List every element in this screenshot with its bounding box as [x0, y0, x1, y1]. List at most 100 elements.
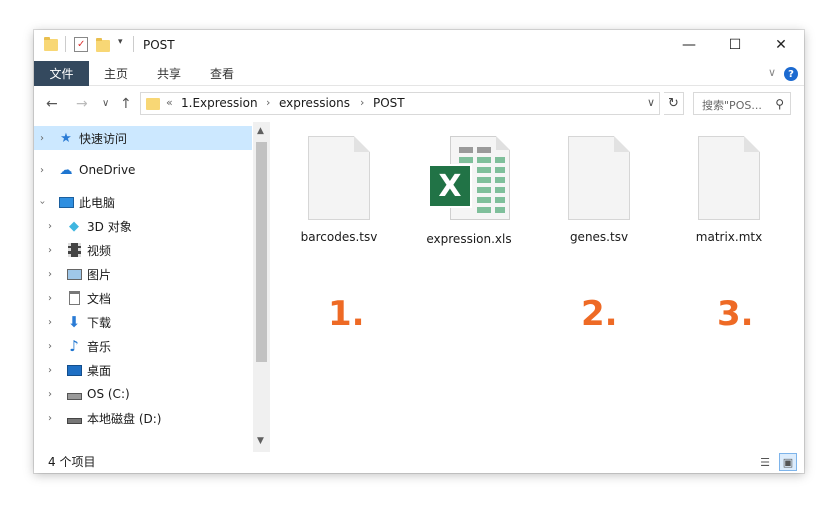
separator — [133, 36, 134, 52]
properties-icon[interactable]: ✓ — [74, 37, 88, 52]
search-box[interactable]: 搜索"POS... ⚲ — [693, 92, 791, 115]
chevron-right-icon[interactable]: › — [40, 165, 44, 176]
breadcrumb-item[interactable]: 1.Expression — [181, 96, 258, 110]
nav-item-desktop[interactable]: › 桌面 — [34, 358, 252, 382]
scrollbar-thumb[interactable] — [256, 142, 267, 362]
nav-item-label: 本地磁盘 (D:) — [87, 411, 162, 426]
file-item[interactable]: barcodes.tsv — [291, 136, 387, 244]
nav-item-music[interactable]: › ♪ 音乐 — [34, 334, 252, 358]
scroll-down-icon[interactable]: ▼ — [257, 436, 264, 446]
nav-pane-scrollbar[interactable]: ▲ ▼ — [253, 122, 270, 452]
breadcrumb-item[interactable]: expressions — [279, 96, 350, 110]
ribbon-collapse-icon[interactable]: ∨ — [768, 66, 776, 79]
item-count: 4 个项目 — [48, 455, 96, 469]
desktop-icon — [66, 362, 82, 378]
nav-item-drive-d[interactable]: › 本地磁盘 (D:) — [34, 406, 252, 430]
nav-item-documents[interactable]: › 文档 — [34, 286, 252, 310]
picture-icon — [66, 266, 82, 282]
back-button[interactable]: ← — [46, 96, 58, 112]
tab-share[interactable]: 共享 — [157, 61, 181, 86]
navigation-bar: ← → ∨ ↑ « 1.Expression › expressions › P… — [34, 87, 804, 121]
file-explorer-window: ✓ ▾ POST — ☐ ✕ 文件 主页 共享 查看 ∨ ? ← → ∨ ↑ «… — [34, 30, 804, 473]
nav-item-label: 此电脑 — [79, 195, 116, 210]
tab-home[interactable]: 主页 — [104, 61, 128, 86]
status-bar: 4 个项目 ☰ ▣ — [34, 452, 804, 473]
nav-item-drive-c[interactable]: › OS (C:) — [34, 382, 252, 406]
nav-item-3d-objects[interactable]: › ◆ 3D 对象 — [34, 214, 252, 238]
file-name: expression.xls — [426, 232, 512, 246]
recent-locations-chevron-icon[interactable]: ∨ — [102, 98, 109, 109]
folder-icon — [146, 98, 160, 110]
music-icon: ♪ — [69, 337, 79, 355]
close-button[interactable]: ✕ — [758, 30, 804, 60]
maximize-button[interactable]: ☐ — [712, 30, 758, 60]
excel-logo-icon: X — [428, 164, 472, 208]
nav-item-label: 下载 — [87, 315, 112, 330]
new-folder-icon[interactable] — [96, 38, 110, 52]
chevron-right-icon[interactable]: › — [48, 365, 52, 376]
tab-view[interactable]: 查看 — [210, 61, 234, 86]
refresh-button[interactable]: ↻ — [664, 92, 684, 115]
annotation-number: 2. — [581, 294, 618, 334]
file-name: matrix.mtx — [695, 230, 763, 244]
nav-item-label: 视频 — [87, 243, 112, 258]
star-icon: ★ — [60, 130, 72, 146]
chevron-right-icon[interactable]: › — [48, 341, 52, 352]
chevron-down-icon[interactable]: › — [37, 200, 48, 204]
drive-icon — [66, 410, 82, 426]
details-view-icon[interactable]: ☰ — [756, 453, 774, 471]
breadcrumb-separator[interactable]: › — [266, 96, 270, 109]
file-item[interactable]: genes.tsv — [551, 136, 647, 244]
nav-item-label: 图片 — [87, 267, 112, 282]
windows-drive-icon — [66, 386, 82, 402]
download-icon: ⬇ — [67, 313, 81, 331]
nav-item-label: 音乐 — [87, 339, 112, 354]
navigation-pane: › ★ 快速访问 › ☁ OneDrive › 此电脑 › ◆ 3D 对象 › … — [34, 122, 270, 452]
nav-item-label: 快速访问 — [79, 131, 128, 146]
up-button[interactable]: ↑ — [120, 96, 132, 112]
file-item[interactable]: matrix.mtx — [681, 136, 777, 244]
breadcrumb-overflow[interactable]: « — [166, 96, 173, 109]
scroll-up-icon[interactable]: ▲ — [257, 126, 264, 136]
nav-item-pictures[interactable]: › 图片 — [34, 262, 252, 286]
nav-item-onedrive[interactable]: › ☁ OneDrive — [34, 158, 252, 182]
file-item[interactable]: X expression.xls — [421, 136, 517, 246]
ribbon-tabs: 文件 主页 共享 查看 ∨ ? — [34, 60, 804, 86]
large-icons-view-icon[interactable]: ▣ — [779, 453, 797, 471]
nav-item-videos[interactable]: › 视频 — [34, 238, 252, 262]
breadcrumb-item[interactable]: POST — [373, 96, 405, 110]
nav-item-label: 桌面 — [87, 363, 112, 378]
blank-file-icon — [308, 136, 370, 220]
title-bar: ✓ ▾ POST — ☐ ✕ — [34, 30, 804, 60]
tab-file[interactable]: 文件 — [34, 61, 89, 86]
minimize-button[interactable]: — — [666, 30, 712, 60]
nav-item-downloads[interactable]: › ⬇ 下载 — [34, 310, 252, 334]
computer-icon — [58, 194, 74, 210]
chevron-right-icon[interactable]: › — [48, 413, 52, 424]
chevron-right-icon[interactable]: › — [48, 293, 52, 304]
chevron-right-icon[interactable]: › — [48, 221, 52, 232]
breadcrumb-separator[interactable]: › — [360, 96, 364, 109]
nav-item-quick-access[interactable]: › ★ 快速访问 — [34, 126, 252, 150]
excel-file-icon: X — [424, 136, 514, 222]
search-input[interactable]: 搜索"POS... — [702, 97, 770, 113]
cube-icon: ◆ — [69, 218, 79, 234]
nav-item-this-pc[interactable]: › 此电脑 — [34, 190, 252, 214]
chevron-right-icon[interactable]: › — [48, 245, 52, 256]
nav-item-label: OneDrive — [79, 163, 136, 177]
address-dropdown-icon[interactable]: ∨ — [647, 96, 655, 109]
address-bar[interactable]: « 1.Expression › expressions › POST ∨ — [140, 92, 660, 115]
window-title: POST — [143, 38, 175, 52]
chevron-right-icon[interactable]: › — [40, 133, 44, 144]
chevron-right-icon[interactable]: › — [48, 317, 52, 328]
forward-button[interactable]: → — [76, 96, 88, 112]
chevron-right-icon[interactable]: › — [48, 389, 52, 400]
help-icon[interactable]: ? — [784, 67, 798, 81]
customize-toolbar-icon[interactable]: ▾ — [118, 37, 123, 47]
blank-file-icon — [568, 136, 630, 220]
blank-file-icon — [698, 136, 760, 220]
chevron-right-icon[interactable]: › — [48, 269, 52, 280]
annotation-number: 1. — [328, 294, 365, 334]
nav-item-label: OS (C:) — [87, 387, 130, 401]
nav-item-label: 3D 对象 — [87, 219, 132, 234]
